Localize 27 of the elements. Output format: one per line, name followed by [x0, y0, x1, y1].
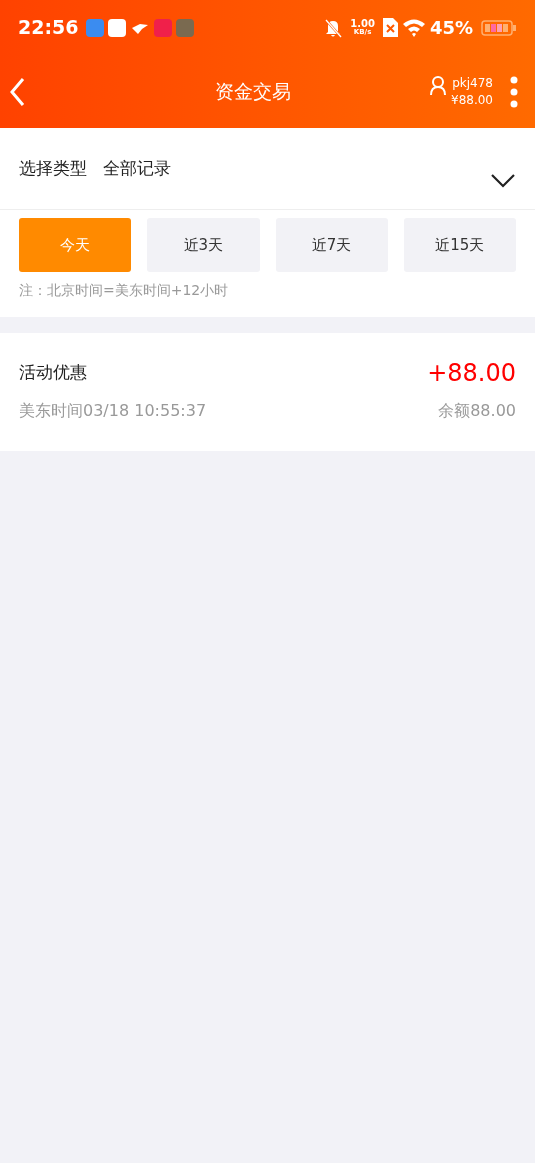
mute-icon	[324, 17, 343, 38]
time-note: 注：北京时间=美东时间+12小时	[19, 281, 230, 300]
period-tab[interactable]: 近3天	[147, 218, 260, 272]
period-tab[interactable]: 近7天	[275, 218, 388, 272]
chevron-down-icon[interactable]	[490, 172, 516, 189]
app-icon	[154, 18, 173, 37]
app-icon	[176, 18, 195, 37]
app-icon	[86, 18, 105, 37]
username: pkj478	[452, 75, 493, 92]
record-time: 美东时间03/18 10:55:37	[19, 400, 207, 422]
battery-percent: 45%	[429, 16, 473, 40]
speed-value: 1.00	[350, 19, 375, 29]
wifi-icon	[401, 18, 426, 37]
record-amount: +88.00	[427, 358, 516, 389]
filter-value[interactable]: 全部记录	[103, 155, 490, 182]
sim-icon	[382, 18, 398, 37]
app-icon	[108, 18, 127, 37]
record-balance: 余额88.00	[438, 400, 516, 422]
record-title: 活动优惠	[19, 361, 87, 385]
more-icon[interactable]	[509, 75, 519, 108]
filter-label: 选择类型	[19, 156, 87, 180]
account-balance: ¥88.00	[451, 91, 493, 108]
page-title: 资金交易	[213, 79, 292, 105]
status-time: 22:56	[18, 15, 79, 41]
user-icon	[429, 75, 447, 96]
period-tab[interactable]: 近15天	[403, 218, 516, 272]
battery-icon	[481, 18, 517, 37]
